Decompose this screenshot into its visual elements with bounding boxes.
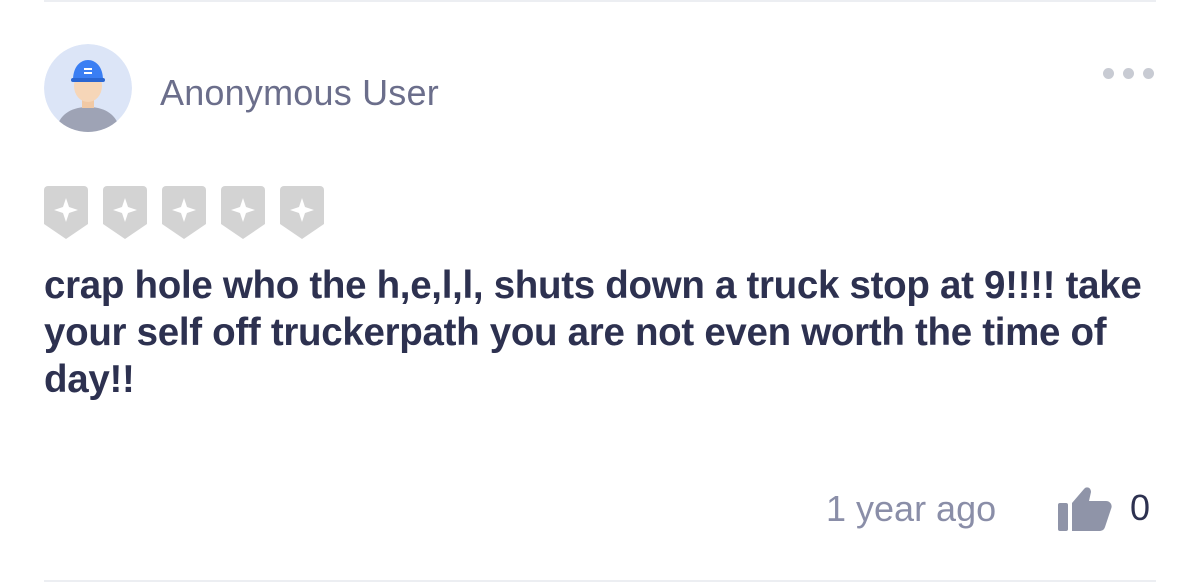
more-options-icon	[1102, 67, 1114, 79]
avatar[interactable]	[44, 44, 132, 132]
default-trucker-avatar-icon	[44, 44, 132, 132]
empty-star-icon	[103, 186, 147, 239]
thumbs-up-icon	[1058, 485, 1112, 531]
empty-star-icon	[221, 186, 265, 239]
bottom-divider	[44, 580, 1156, 582]
more-options-icon	[1122, 67, 1134, 79]
review-timestamp: 1 year ago	[826, 488, 997, 529]
review-body: crap hole who the h,e,l,l, shuts down a …	[44, 264, 1142, 401]
empty-star-icon	[280, 186, 324, 239]
more-options-icon	[1142, 67, 1154, 79]
top-divider	[44, 0, 1156, 2]
empty-star-icon	[44, 186, 88, 239]
empty-star-icon	[162, 186, 206, 239]
like-button[interactable]: 0	[1058, 484, 1158, 532]
author-name: Anonymous User	[160, 72, 439, 113]
like-count: 0	[1130, 487, 1151, 528]
more-options-button[interactable]	[1088, 56, 1168, 90]
star-rating	[44, 186, 324, 239]
